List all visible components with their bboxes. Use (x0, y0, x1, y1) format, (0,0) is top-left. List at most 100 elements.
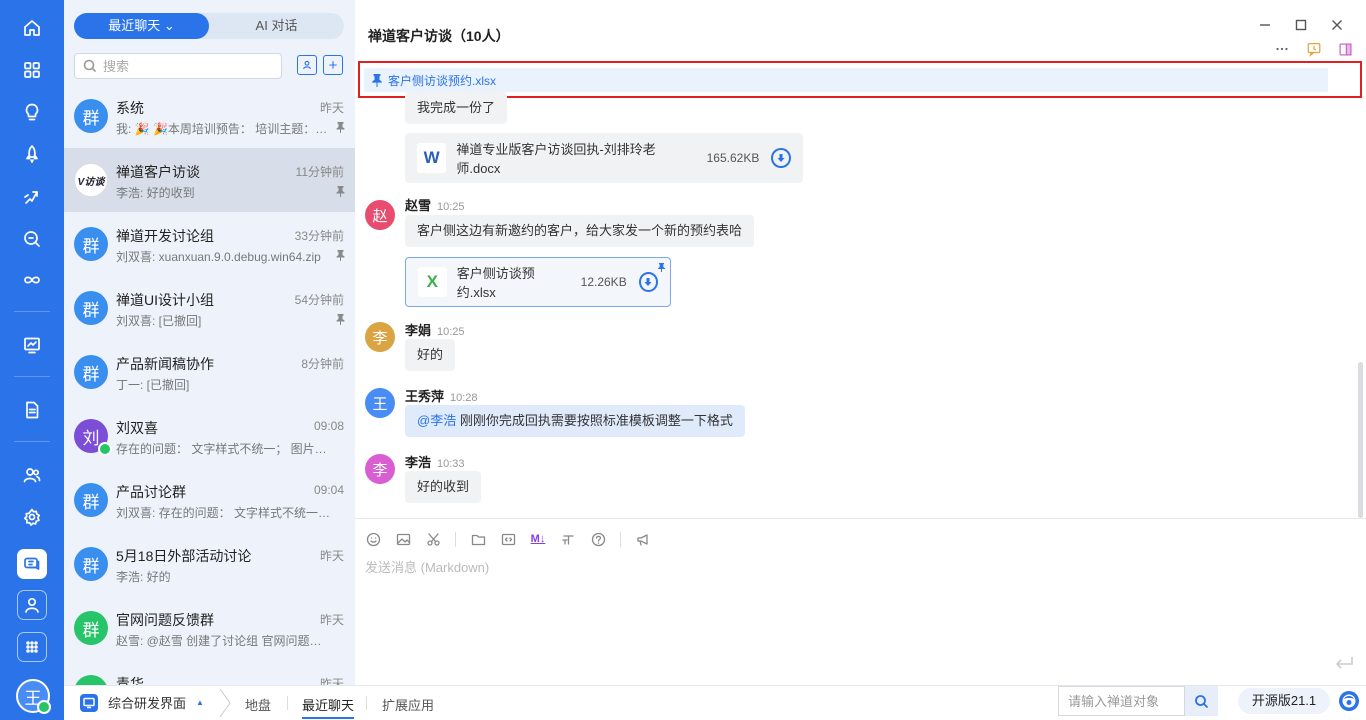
message-time: 10:33 (437, 458, 465, 470)
breadcrumb-chevron-icon (219, 688, 231, 718)
search-bug-icon[interactable] (17, 224, 47, 254)
chat-name: 官网问题反馈群 (116, 612, 214, 628)
mention-link[interactable]: @李浩 (417, 413, 456, 428)
chat-preview: 我: 🎉 🎉本周培训预告： 培训主题：… (116, 122, 328, 136)
tab-ai-chat[interactable]: AI 对话 (209, 13, 344, 39)
infinity-devops-icon[interactable] (17, 265, 47, 295)
chat-messages-icon[interactable] (17, 549, 47, 579)
rail-divider (14, 441, 50, 442)
toolbar-divider (620, 531, 621, 547)
message-bubble: 我完成一份了 (405, 92, 508, 124)
chat-name: 禅道UI设计小组 (116, 292, 214, 308)
sidebar-panel-icon[interactable] (1336, 40, 1354, 58)
notice-bell-icon[interactable] (1305, 40, 1323, 58)
megaphone-icon[interactable] (635, 531, 651, 547)
pinned-message-bar[interactable]: 客户侧访谈预约.xlsx (364, 68, 1328, 92)
message-time: 10:25 (437, 326, 465, 338)
download-icon[interactable] (771, 148, 791, 168)
sender-name: 王秀萍 10:28 (405, 386, 478, 405)
workspace-switcher[interactable]: 综合研发界面 ▲ (80, 693, 204, 712)
message-time: 10:28 (450, 392, 478, 404)
tab-recent-chats[interactable]: 最近聊天 ⌄ (74, 13, 209, 39)
file-attachment-card[interactable]: W 禅道专业版客户访谈回执-刘排玲老师.docx 165.62KB (405, 133, 803, 183)
bottom-status-bar: 综合研发界面 ▲ 地盘 最近聊天 扩展应用 开源版21.1 (64, 685, 1366, 720)
tab-extensions[interactable]: 扩展应用 (382, 695, 434, 714)
contacts-person-icon[interactable] (17, 590, 47, 620)
chat-mode-toggle: 最近聊天 ⌄ AI 对话 (74, 13, 344, 39)
chat-list-item-selected[interactable]: V访谈 禅道客户访谈 11分钟前 李浩: 好的收到 (64, 148, 355, 212)
home-icon[interactable] (17, 13, 47, 43)
team-users-icon[interactable] (17, 460, 47, 490)
caret-up-icon: ▲ (196, 698, 204, 707)
download-icon[interactable] (638, 272, 659, 292)
current-user-avatar[interactable]: 王 (16, 679, 51, 714)
chat-time: 8分钟前 (301, 357, 344, 371)
sender-avatar[interactable]: 赵 (365, 200, 395, 230)
send-enter-icon[interactable] (1334, 655, 1354, 671)
message-scrollbar[interactable] (1358, 362, 1363, 518)
sender-avatar[interactable]: 王 (365, 388, 395, 418)
tab-dashboard[interactable]: 地盘 (245, 695, 271, 714)
contacts-card-icon[interactable] (297, 55, 317, 75)
chat-list-item[interactable]: 群 禅道开发讨论组 33分钟前 刘双喜: xuanxuan.9.0.debug.… (64, 212, 355, 276)
rail-divider (14, 311, 50, 312)
help-question-icon[interactable] (590, 531, 606, 547)
chat-list-item[interactable]: 群 产品讨论群 09:04 刘双喜: 存在的问题： 文字样式不统一；… (64, 468, 355, 532)
close-icon[interactable] (1326, 14, 1348, 36)
chat-name: 5月18日外部活动讨论 (116, 548, 252, 564)
vinterview-logo-avatar: V访谈 (74, 163, 108, 197)
image-icon[interactable] (395, 531, 411, 547)
chat-name: 产品新闻稿协作 (116, 356, 214, 372)
code-block-icon[interactable] (500, 531, 516, 547)
markdown-toggle-icon[interactable]: M↓ (530, 531, 546, 547)
grid-apps-icon[interactable] (17, 55, 47, 85)
chart-board-icon[interactable] (17, 330, 47, 360)
version-badge[interactable]: 开源版21.1 (1238, 688, 1330, 714)
rocket-icon[interactable] (17, 139, 47, 169)
chat-preview: 刘双喜: [已撤回] (116, 314, 202, 328)
chat-name: 系统 (116, 100, 144, 116)
object-search-input[interactable] (1068, 693, 1183, 709)
excel-file-icon: X (418, 267, 447, 297)
document-icon[interactable] (17, 395, 47, 425)
more-options-icon[interactable] (1273, 40, 1291, 58)
message-editor: M↓ (355, 518, 1366, 685)
group-avatar: 群 (74, 291, 108, 325)
settings-gear-icon[interactable] (17, 502, 47, 532)
chat-list-item[interactable]: 群 系统 昨天 我: 🎉 🎉本周培训预告： 培训主题：… (64, 84, 355, 148)
chat-list-item[interactable]: 群 禅道UI设计小组 54分钟前 刘双喜: [已撤回] (64, 276, 355, 340)
chat-list-item[interactable]: 群 官网问题反馈群 昨天 赵雪: @赵雪 创建了讨论组 官网问题反… (64, 596, 355, 660)
tab-recent-chats-bottom[interactable]: 最近聊天 (302, 695, 355, 719)
message-list: 我完成一份了 W 禅道专业版客户访谈回执-刘排玲老师.docx 165.62KB… (355, 92, 1355, 518)
folder-icon[interactable] (470, 531, 486, 547)
chat-time: 54分钟前 (294, 293, 344, 307)
chat-time: 11分钟前 (295, 165, 344, 179)
message-input[interactable] (365, 557, 1345, 657)
file-attachment-card-highlighted[interactable]: X 客户侧访谈预约.xlsx 12.26KB (405, 257, 671, 307)
text-format-icon[interactable] (560, 531, 576, 547)
more-apps-dots-icon[interactable] (17, 632, 47, 662)
lightbulb-icon[interactable] (17, 97, 47, 127)
sender-name-text: 赵雪 (405, 198, 432, 213)
chat-name: 产品讨论群 (116, 484, 186, 500)
message-time: 10:25 (437, 201, 465, 213)
maximize-icon[interactable] (1290, 14, 1312, 36)
zentao-logo-icon[interactable] (1338, 690, 1360, 712)
sender-avatar[interactable]: 李 (365, 322, 395, 352)
screenshot-scissors-icon[interactable] (425, 531, 441, 547)
chat-list-item[interactable]: 群 青华 昨天 (64, 660, 355, 685)
pinned-message-highlight: 客户侧访谈预约.xlsx (358, 61, 1362, 98)
minimize-icon[interactable] (1254, 14, 1276, 36)
chat-time: 昨天 (319, 101, 344, 115)
object-search-button[interactable] (1185, 686, 1218, 716)
left-navigation-rail: 王 (0, 0, 64, 720)
chat-search-input[interactable] (103, 58, 273, 74)
sender-avatar[interactable]: 李 (365, 454, 395, 484)
emoji-icon[interactable] (365, 531, 381, 547)
chat-list-item[interactable]: 刘 刘双喜 09:08 存在的问题： 文字样式不统一； 图片大… (64, 404, 355, 468)
sprint-runner-icon[interactable] (17, 182, 47, 212)
create-chat-plus-icon[interactable]: + (323, 55, 343, 75)
chat-list-item[interactable]: 群 产品新闻稿协作 8分钟前 丁一: [已撤回] (64, 340, 355, 404)
chat-list-item[interactable]: 群 5月18日外部活动讨论 昨天 李浩: 好的 (64, 532, 355, 596)
group-avatar: 群 (74, 611, 108, 645)
